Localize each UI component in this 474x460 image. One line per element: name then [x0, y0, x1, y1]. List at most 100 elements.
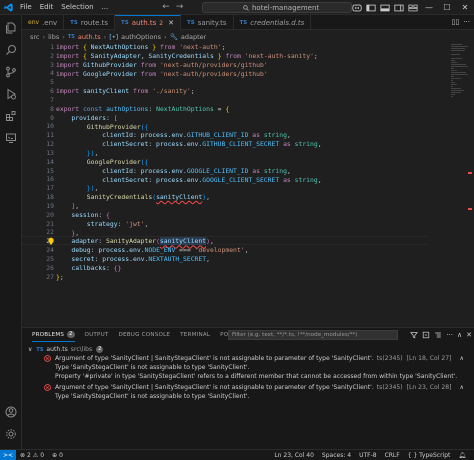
close-icon[interactable]: ✕: [466, 331, 472, 339]
problem-item[interactable]: Argument of type 'SanityClient | SanityS…: [22, 383, 474, 392]
breadcrumb-separator-icon: ›: [62, 32, 65, 41]
menu-file[interactable]: File: [16, 0, 36, 15]
remote-explorer-button[interactable]: [0, 129, 22, 147]
copilot-icon[interactable]: [352, 4, 362, 12]
chevron-up-icon[interactable]: ∧: [457, 331, 462, 339]
close-tab-icon[interactable]: ✕: [168, 19, 174, 27]
breadcrumb-item[interactable]: libs: [48, 33, 59, 41]
toggle-sidebar-icon[interactable]: [366, 4, 376, 12]
tab-debug-console[interactable]: DEBUG CONSOLE: [119, 328, 171, 342]
breadcrumb-item[interactable]: authOptions: [121, 33, 161, 41]
search-icon: [6, 45, 16, 55]
remote-indicator[interactable]: ><: [0, 449, 16, 460]
search-view-button[interactable]: [0, 41, 22, 59]
end-of-line[interactable]: CRLF: [381, 452, 404, 459]
tab-auth-ts[interactable]: TS auth.ts 2 ✕: [115, 15, 181, 30]
toggle-panel-icon[interactable]: [380, 4, 390, 12]
line-number: 18: [46, 193, 54, 202]
tab-credentials-d-ts[interactable]: TS credentials.d.ts: [234, 15, 312, 30]
line-number: 11: [46, 131, 54, 140]
problem-location: [Ln 18, Col 27]: [406, 355, 452, 362]
chevron-up-icon[interactable]: ∧: [460, 384, 464, 391]
minimap-line: [451, 90, 464, 91]
ports-status[interactable]: ⊕ 0: [48, 452, 67, 459]
problem-detail-text: Property '#private' in type 'SanityStega…: [55, 373, 458, 380]
filter-icon[interactable]: [410, 331, 419, 339]
chevron-up-icon[interactable]: ∧: [460, 355, 464, 362]
minimap-line: [451, 64, 467, 65]
problems-status[interactable]: ⊗ 2 ⚠ 0: [16, 452, 48, 459]
code-line: debug: process.env.NODE_ENV === 'develop…: [71, 246, 249, 255]
panel-actions: ··· ∧ ✕: [410, 328, 472, 342]
back-arrow-icon[interactable]: ←: [162, 2, 170, 12]
tab-env[interactable]: env .env: [22, 15, 65, 30]
tab-output[interactable]: OUTPUT: [85, 328, 109, 342]
forward-arrow-icon[interactable]: →: [176, 2, 184, 12]
command-center-search[interactable]: hotel-management: [202, 2, 352, 13]
toggle-secondary-sidebar-icon[interactable]: [394, 4, 404, 12]
menu-more[interactable]: ...: [98, 0, 113, 15]
antenna-icon: ⊕: [52, 451, 58, 459]
minimap-line: [451, 62, 457, 63]
customize-layout-icon[interactable]: [408, 4, 418, 12]
problems-file-row[interactable]: ∨ TS auth.ts src\libs 2: [22, 345, 474, 354]
menu-edit[interactable]: Edit: [36, 0, 58, 15]
split-editor-icon[interactable]: ▯▯: [452, 18, 460, 26]
minimap[interactable]: [450, 42, 474, 326]
code-area[interactable]: import { NextAuthOptions } from 'next-au…: [56, 42, 450, 326]
warnings-count: 0: [40, 451, 45, 459]
run-debug-button[interactable]: [0, 85, 22, 103]
tab-route-ts[interactable]: TS route.ts: [64, 15, 116, 30]
menu-selection[interactable]: Selection: [57, 0, 97, 15]
indentation[interactable]: Spaces: 4: [318, 452, 355, 459]
line-number: 20: [46, 210, 54, 219]
tab-label: route.ts: [80, 18, 109, 27]
typescript-file-icon: TS: [239, 19, 248, 26]
minimap-line: [451, 50, 465, 51]
problem-source: ts(2345): [376, 384, 403, 391]
code-editor[interactable]: 1234567891011121314151617181920212223242…: [22, 42, 474, 326]
view-as-tree-icon[interactable]: [434, 331, 442, 339]
error-icon: [44, 355, 51, 362]
collapse-all-icon[interactable]: [422, 331, 430, 339]
maximize-button[interactable]: ☐: [438, 0, 456, 15]
cursor-position[interactable]: Ln 23, Col 40: [270, 452, 318, 459]
search-label: hotel-management: [252, 3, 320, 12]
explorer-button[interactable]: [0, 19, 22, 37]
encoding[interactable]: UTF-8: [355, 452, 381, 459]
problem-detail: Type 'SanityStegaClient' is not assignab…: [22, 363, 474, 372]
line-number: 27: [46, 272, 54, 281]
tab-problem-count: 2: [159, 19, 164, 27]
extensions-icon: [6, 111, 16, 121]
tab-terminal[interactable]: TERMINAL: [180, 328, 210, 342]
error-icon: [44, 384, 51, 391]
problem-item[interactable]: Argument of type 'SanityClient | SanityS…: [22, 354, 474, 363]
typescript-file-icon: TS: [121, 20, 129, 26]
problems-filter-input[interactable]: Filter (e.g. text, **/*.ts, !**/node_mod…: [228, 330, 398, 340]
more-actions-icon[interactable]: ···: [446, 331, 453, 339]
minimize-button[interactable]: —: [420, 0, 438, 15]
breadcrumb-item[interactable]: adapter: [181, 33, 206, 41]
breadcrumb-separator-icon: ›: [103, 32, 107, 41]
breadcrumb-item[interactable]: src: [30, 33, 40, 41]
language-mode[interactable]: { } TypeScript: [404, 452, 455, 459]
lightbulb-icon[interactable]: [47, 237, 55, 245]
extensions-button[interactable]: [0, 107, 22, 125]
manage-button[interactable]: [0, 425, 22, 443]
minimap-line: [451, 68, 454, 69]
minimap-line: [451, 78, 461, 79]
breadcrumb-separator-icon: ›: [42, 32, 46, 41]
accounts-button[interactable]: [0, 403, 22, 421]
editor-actions: ▯▯ ···: [452, 15, 474, 29]
tab-problems[interactable]: PROBLEMS 2: [32, 328, 75, 342]
code-line: export const authOptions: NextAuthOption…: [56, 104, 230, 113]
notifications-bell-icon[interactable]: 🔔︎: [454, 452, 470, 459]
more-actions-icon[interactable]: ···: [463, 18, 470, 26]
tab-sanity-ts[interactable]: TS sanity.ts: [181, 15, 234, 30]
line-number: 13: [46, 148, 54, 157]
problem-detail: Property '#private' in type 'SanityStega…: [22, 372, 474, 381]
code-line: import sanityClient from './sanity';: [56, 87, 195, 96]
breadcrumb-item[interactable]: auth.ts: [78, 33, 101, 41]
close-window-button[interactable]: ✕: [456, 0, 474, 15]
source-control-button[interactable]: [0, 63, 22, 81]
